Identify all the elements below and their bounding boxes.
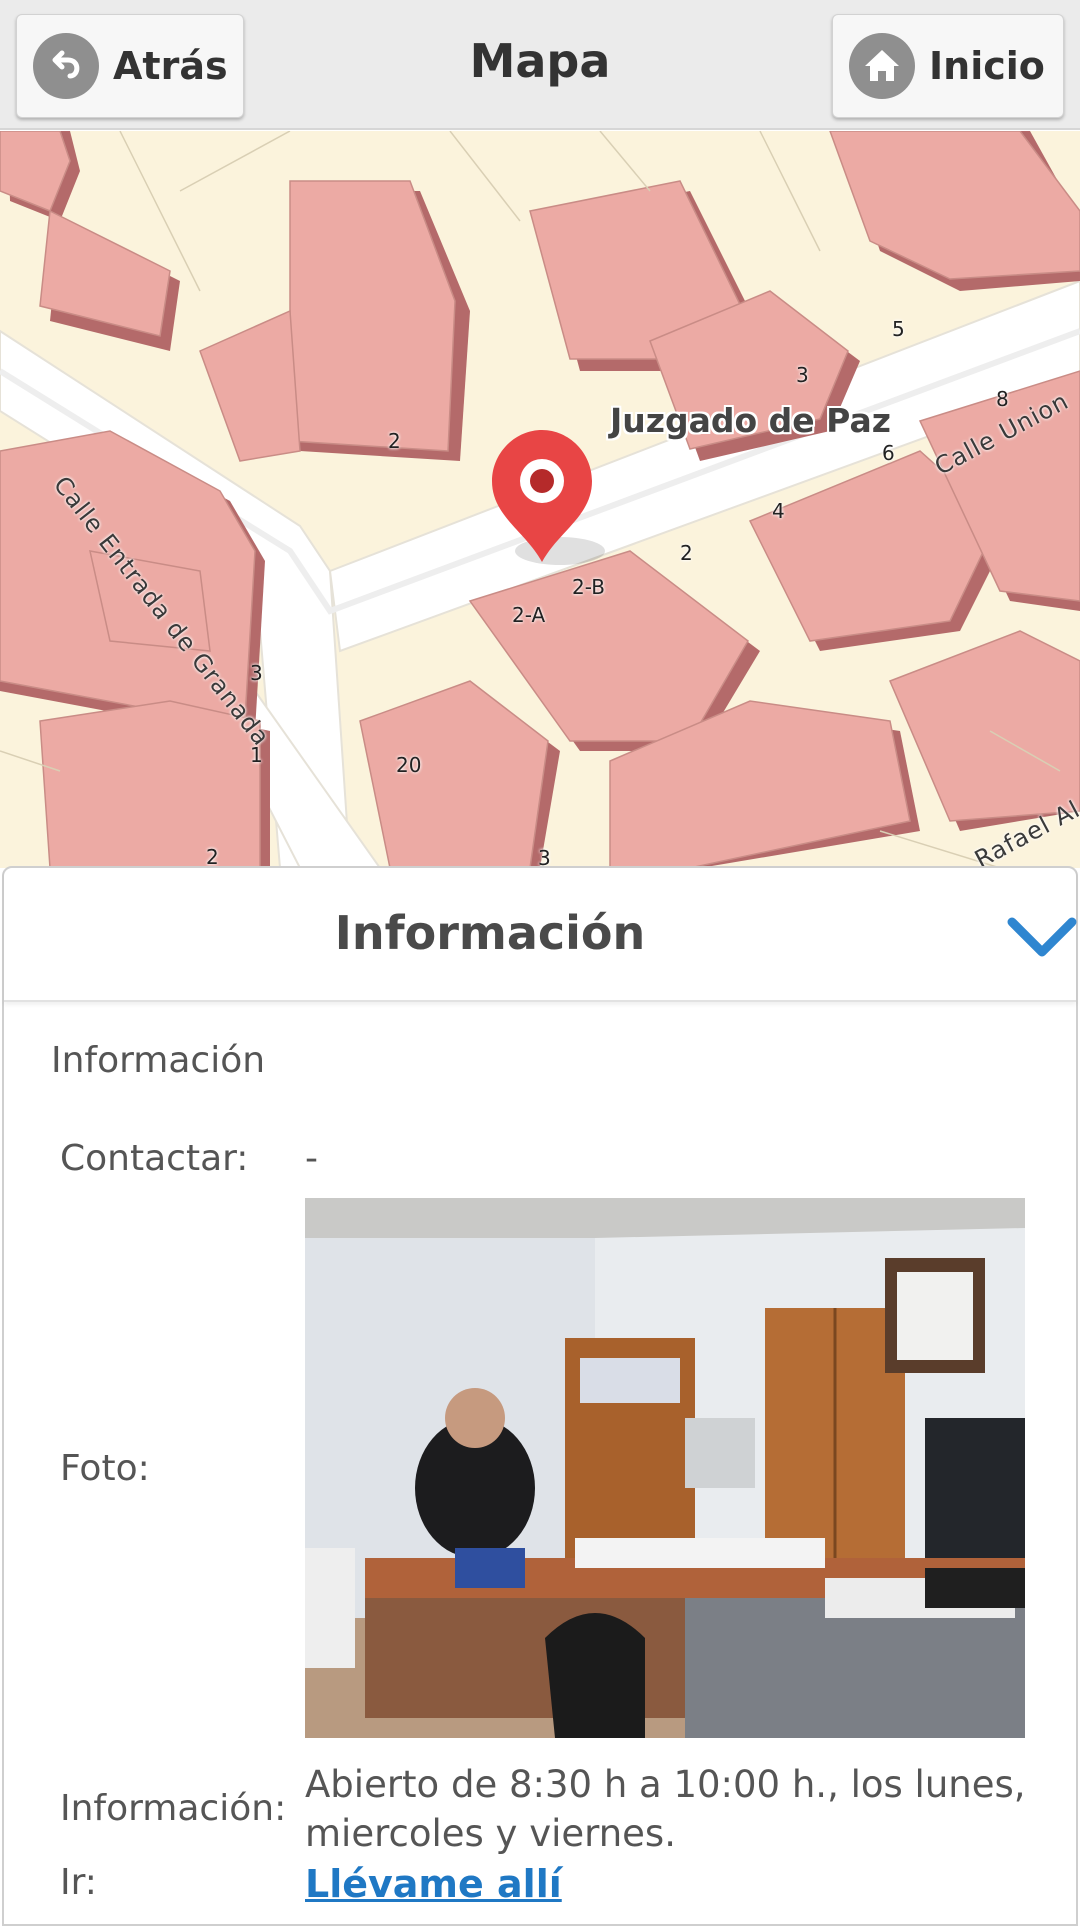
office-photo	[305, 1198, 1025, 1738]
map-tiles	[0, 131, 1080, 868]
back-arrow-icon	[33, 33, 99, 99]
house-number: 4	[772, 499, 785, 523]
photo-label: Foto:	[60, 1448, 150, 1489]
home-button[interactable]: Inicio	[832, 14, 1064, 118]
info-panel-header[interactable]: Información	[4, 868, 1078, 1002]
back-button[interactable]: Atrás	[16, 14, 244, 118]
info-panel: Información Información Contactar: - Fot…	[2, 866, 1078, 1926]
house-number: 2	[206, 845, 219, 868]
house-number: 3	[796, 363, 809, 387]
house-number: 6	[882, 441, 895, 465]
home-icon	[849, 33, 915, 99]
map-view[interactable]: Calle Entrada de Granada Calle Union Raf…	[0, 131, 1080, 868]
chevron-down-icon[interactable]	[1006, 912, 1078, 964]
house-number: 2-A	[512, 603, 546, 627]
house-number: 3	[250, 661, 263, 685]
contact-label: Contactar:	[60, 1138, 249, 1179]
house-number: 1	[250, 743, 263, 767]
house-number: 8	[996, 387, 1009, 411]
contact-value: -	[305, 1138, 318, 1179]
house-number: 3	[538, 846, 551, 868]
home-button-label: Inicio	[929, 44, 1045, 88]
top-bar: Atrás Mapa Inicio	[0, 0, 1080, 130]
info-label: Información:	[60, 1788, 287, 1829]
house-number: 2	[680, 541, 693, 565]
info-text: Abierto de 8:30 h a 10:00 h., los lunes,…	[305, 1763, 1026, 1855]
house-number: 5	[892, 317, 905, 341]
take-me-there-link[interactable]: Llévame allí	[305, 1862, 562, 1906]
house-number: 2	[388, 429, 401, 453]
section-title: Información	[51, 1040, 266, 1081]
go-label: Ir:	[60, 1862, 97, 1903]
back-button-label: Atrás	[113, 44, 228, 88]
info-panel-title: Información	[334, 906, 646, 960]
poi-label: Juzgado de Paz	[610, 401, 891, 440]
house-number: 20	[396, 753, 422, 777]
house-number: 2-B	[572, 575, 605, 599]
